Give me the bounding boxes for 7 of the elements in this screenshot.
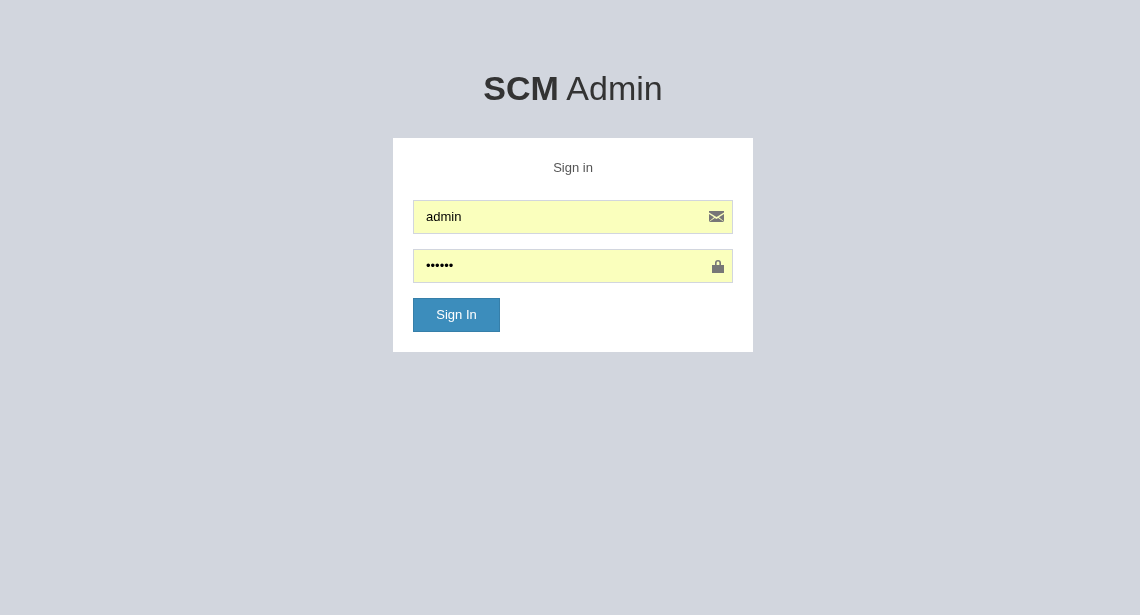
sign-in-button[interactable]: Sign In [413, 297, 500, 332]
logo-title: SCM Admin [483, 68, 663, 109]
email-field[interactable]: admin [413, 199, 733, 234]
lock-icon [712, 258, 724, 273]
password-field[interactable]: •••••• [413, 248, 733, 283]
envelope-icon [709, 211, 724, 222]
form-heading: Sign in [552, 159, 594, 177]
